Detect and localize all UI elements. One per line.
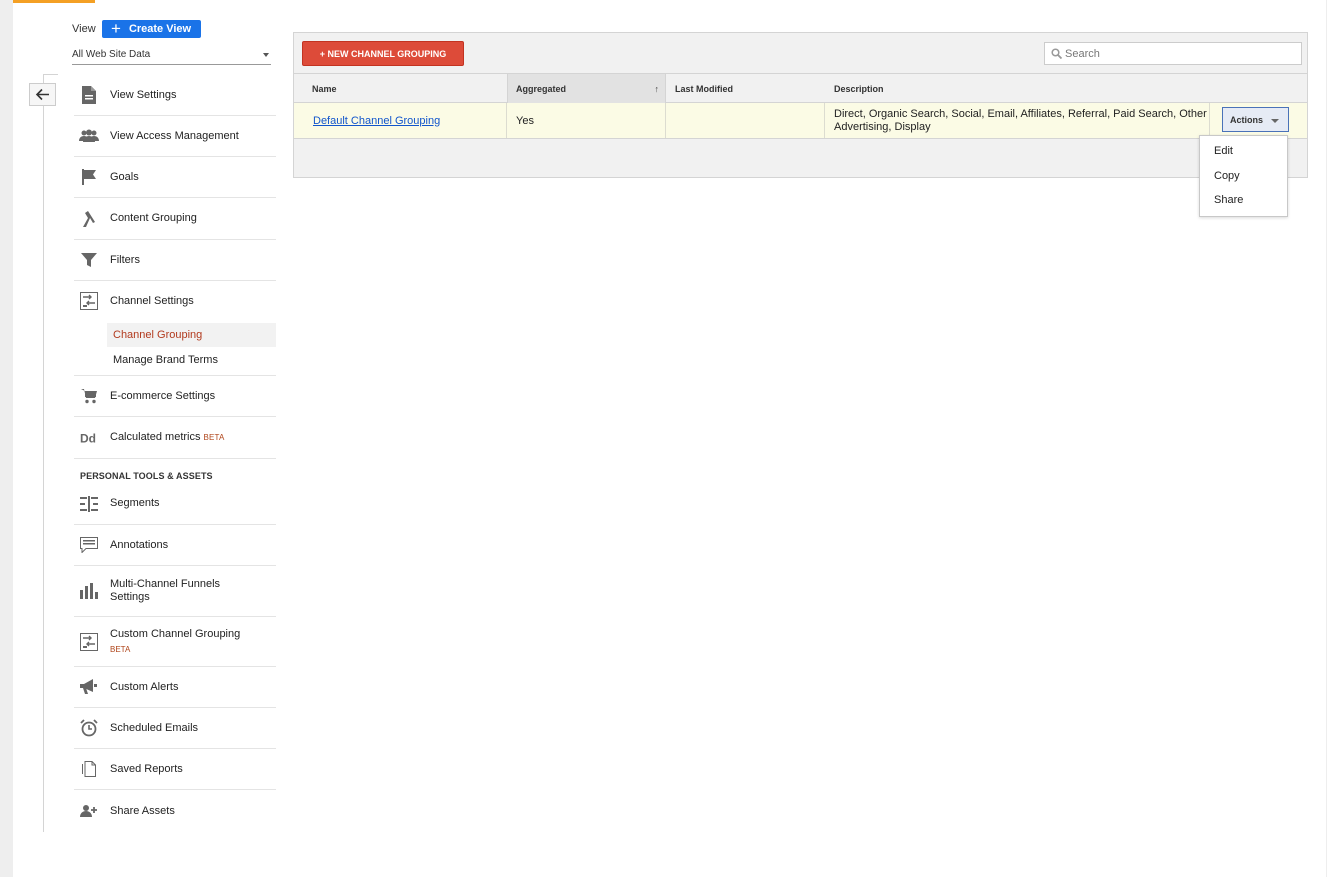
sidebar-item-label: Custom Channel Grouping [110, 627, 241, 640]
sidebar-item-label: View Settings [110, 88, 177, 101]
sidebar-item-filters[interactable]: Filters [74, 240, 276, 281]
sidebar-item-content-grouping[interactable]: Content Grouping [74, 198, 276, 240]
beta-badge: BETA [203, 433, 225, 442]
annotation-icon [79, 535, 99, 555]
sidebar-item-label: Calculated metrics [110, 431, 201, 443]
megaphone-icon [79, 677, 99, 697]
sidebar-item-ecommerce-settings[interactable]: E-commerce Settings [74, 375, 276, 417]
cell-aggregated: Yes [507, 103, 666, 138]
sidebar-item-channel-settings[interactable]: Channel Settings [74, 281, 276, 321]
sidebar-item-saved-reports[interactable]: Saved Reports [74, 749, 276, 790]
sidebar-item-label: View Access Management [110, 129, 239, 142]
actions-label: Actions [1230, 114, 1264, 125]
description-text: Direct, Organic Search, Social, Email, A… [834, 107, 1207, 133]
segments-icon [79, 494, 99, 514]
sidebar-item-label: Share Assets [110, 804, 175, 817]
search-input[interactable] [1065, 46, 1295, 61]
back-button[interactable] [29, 83, 56, 106]
content-grouping-icon [79, 209, 99, 229]
sidebar-item-label: E-commerce Settings [110, 389, 216, 402]
menu-item-share[interactable]: Share [1214, 194, 1243, 206]
sidebar-item-label: Channel Settings [110, 294, 194, 307]
sidebar-item-label: Multi-Channel Funnels Settings [110, 578, 221, 603]
cell-description: Direct, Organic Search, Social, Email, A… [825, 103, 1210, 138]
sidebar-item-label: Annotations [110, 538, 169, 551]
chevron-down-icon [263, 53, 269, 57]
column-header-aggregated[interactable]: Aggregated ↑ [507, 74, 666, 103]
nav-rail-top [43, 74, 58, 75]
create-view-button[interactable]: + Create View [102, 20, 201, 38]
column-header-description[interactable]: Description [826, 74, 1206, 103]
cell-name: Default Channel Grouping [294, 103, 507, 138]
sidebar-item-calculated-metrics[interactable]: Dd Calculated metrics BETA [74, 417, 276, 459]
sidebar-item-label-wrap: Calculated metrics BETA [110, 431, 225, 444]
sidebar-item-label: Content Grouping [110, 212, 197, 224]
create-view-label: Create View [128, 23, 192, 35]
channel-grouping-link[interactable]: Default Channel Grouping [313, 115, 440, 127]
channel-settings-icon [79, 291, 99, 311]
sidebar-item-label: Segments [110, 497, 160, 509]
sidebar-item-label: Scheduled Emails [110, 721, 199, 734]
filter-icon [79, 250, 99, 270]
sidebar-subitem-manage-brand-terms[interactable]: Manage Brand Terms [107, 348, 276, 372]
sort-ascending-icon: ↑ [654, 84, 660, 94]
alarm-clock-icon [79, 718, 99, 738]
sidebar-item-label: Custom Alerts [110, 680, 179, 693]
sidebar-item-label: Filters [110, 253, 140, 266]
sidebar-item-multi-channel-funnels-settings[interactable]: Multi-Channel Funnels Settings [74, 566, 276, 617]
people-icon [79, 126, 99, 146]
table-row: Default Channel Grouping Yes Direct, Org… [294, 103, 1307, 139]
saved-report-icon [79, 759, 99, 779]
view-select[interactable]: All Web Site Data [72, 45, 271, 65]
bar-chart-icon [79, 581, 99, 601]
sidebar-item-goals[interactable]: Goals [74, 157, 276, 198]
section-heading-personal-tools: PERSONAL TOOLS & ASSETS [80, 471, 213, 481]
sidebar-item-label: Goals [110, 170, 139, 183]
add-person-icon [79, 801, 99, 821]
sidebar-item-label-wrap: Custom Channel Grouping BETA [110, 628, 240, 656]
search-icon [1051, 48, 1062, 59]
menu-item-copy[interactable]: Copy [1214, 170, 1240, 182]
arrow-left-icon [35, 88, 49, 101]
view-label: View [72, 23, 96, 35]
active-tab-indicator [13, 0, 95, 3]
sidebar-item-custom-channel-grouping[interactable]: Custom Channel Grouping BETA [74, 617, 276, 667]
sidebar-item-view-settings[interactable]: View Settings [74, 75, 276, 116]
channel-grouping-panel: + NEW CHANNEL GROUPING Name Aggregated ↑… [293, 32, 1308, 178]
sidebar-item-segments[interactable]: Segments [74, 483, 276, 525]
cell-last-modified [666, 103, 825, 138]
column-header-name[interactable]: Name [304, 74, 504, 103]
beta-badge: BETA [110, 644, 131, 654]
sidebar-item-annotations[interactable]: Annotations [74, 525, 276, 566]
sidebar-subitem-label: Manage Brand Terms [113, 354, 218, 366]
nav-rail [43, 74, 44, 832]
sidebar-item-scheduled-emails[interactable]: Scheduled Emails [74, 708, 276, 749]
menu-item-edit[interactable]: Edit [1214, 145, 1233, 157]
column-header-last-modified[interactable]: Last Modified [667, 74, 825, 103]
sidebar-subitem-label: Channel Grouping [113, 329, 203, 341]
flag-icon [79, 167, 99, 187]
actions-menu: Edit Copy Share [1199, 135, 1288, 217]
file-icon [79, 85, 99, 105]
sidebar-item-share-assets[interactable]: Share Assets [74, 790, 276, 832]
actions-button[interactable]: Actions [1222, 107, 1289, 132]
page: View + Create View All Web Site Data Vie… [13, 0, 1326, 877]
search-box [1044, 42, 1302, 65]
column-header-label: Aggregated [516, 83, 567, 94]
sidebar-item-custom-alerts[interactable]: Custom Alerts [74, 667, 276, 708]
chevron-down-icon [1271, 119, 1279, 123]
cart-icon [79, 386, 99, 406]
sidebar-subitem-channel-grouping[interactable]: Channel Grouping [107, 323, 276, 347]
new-channel-grouping-button[interactable]: + NEW CHANNEL GROUPING [302, 41, 464, 66]
table-header: Name Aggregated ↑ Last Modified Descript… [294, 73, 1307, 103]
calculated-metrics-icon: Dd [79, 428, 99, 448]
svg-text:Dd: Dd [80, 431, 96, 445]
view-select-value: All Web Site Data [72, 49, 151, 60]
sidebar-item-view-access-management[interactable]: View Access Management [74, 116, 276, 157]
channel-settings-icon [79, 632, 99, 652]
sidebar-item-label: Saved Reports [110, 762, 183, 775]
plus-icon: + [111, 19, 121, 38]
